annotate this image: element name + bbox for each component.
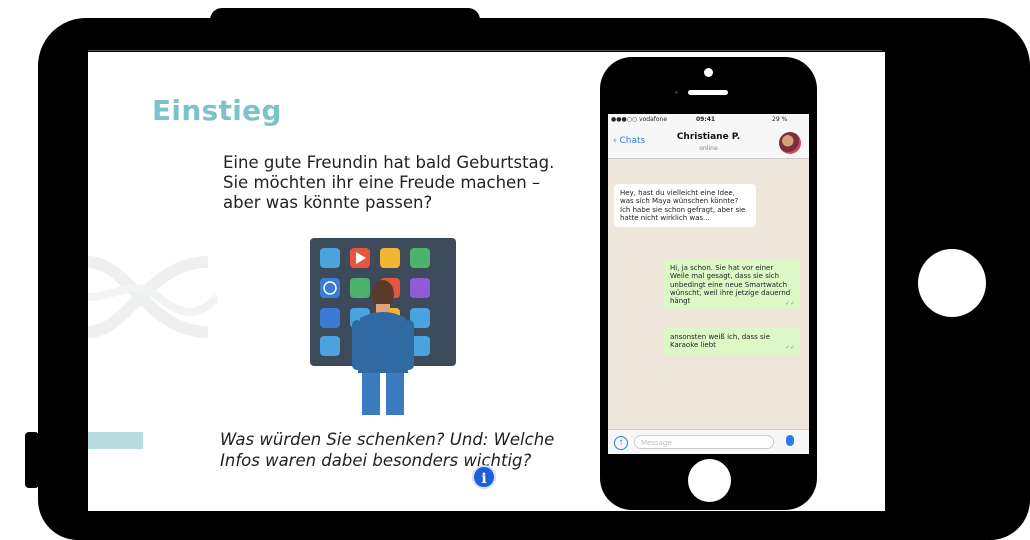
avatar[interactable] [779,132,801,154]
message-bubble-outgoing: ansonsten weiß ich, dass sie Karaoke lie… [664,328,800,355]
person-app-grid-illustration [310,238,456,415]
page-title: Einstieg [152,94,282,127]
message-text: Hi, ja schon. Sie hat vor einer Weile ma… [670,264,791,306]
attach-icon[interactable]: ↑ [614,436,628,450]
microphone-icon[interactable] [786,435,794,446]
chat-header: ‹ Chats Christiane P. online [608,126,809,159]
phone-home-button[interactable] [688,459,731,502]
question-text: Was würden Sie schenken? Und: Welche Inf… [220,430,555,470]
status-bar: ●●●○○ vodafone 09:41 29 % [608,114,809,126]
phone-camera [704,68,713,77]
device-home-button[interactable] [918,249,986,317]
info-icon[interactable]: i [472,465,496,489]
carrier-label: ●●●○○ vodafone [611,116,668,123]
slide-top-border [88,50,882,51]
message-bubble-outgoing: Hi, ja schon. Sie hat vor einer Weile ma… [664,259,800,311]
battery-label: 29 % [772,116,788,123]
read-check-icon: ✓✓ [784,300,795,308]
message-text: ansonsten weiß ich, dass sie Karaoke lie… [670,333,770,350]
read-check-icon: ✓✓ [784,344,795,352]
phone-sensor [675,91,678,94]
clock-label: 09:41 [696,116,716,123]
chat-screen: ●●●○○ vodafone 09:41 29 % ‹ Chats Christ… [608,114,809,454]
intro-text: Eine gute Freundin hat bald Geburtstag. … [223,153,555,212]
message-input-bar: ↑ Message [608,429,809,454]
message-input[interactable]: Message [634,435,774,449]
message-bubble-incoming: Hey, hast du vielleicht eine Idee, was s… [614,184,756,228]
device-side-button[interactable] [25,432,39,488]
decorative-knot-icon [88,256,218,338]
decorative-accent-bar [88,432,143,449]
phone-speaker [688,90,728,95]
